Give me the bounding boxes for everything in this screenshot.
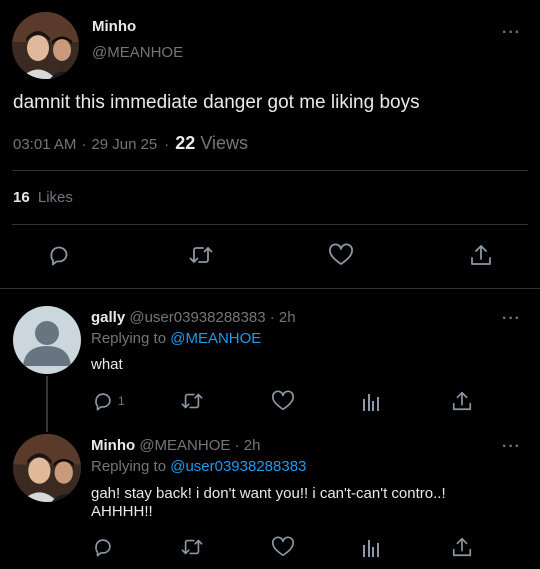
retweet-icon[interactable] — [180, 390, 204, 412]
reply-action-bar: 1 — [0, 390, 540, 412]
replying-to-link[interactable]: @MEANHOE — [170, 330, 261, 347]
tweet-date: 29 Jun 25 — [91, 136, 158, 153]
meta-separator: · — [81, 136, 87, 153]
like-icon[interactable] — [271, 390, 295, 412]
tweet-time: 03:01 AM — [13, 136, 77, 153]
author-handle[interactable]: @MEANHOE — [92, 44, 183, 61]
share-icon[interactable] — [469, 243, 493, 267]
share-icon[interactable] — [451, 390, 473, 412]
likes-count: 16 — [13, 189, 30, 206]
reply-text: gah! stay back! i don't want you!! i can… — [91, 485, 446, 521]
analytics-icon[interactable] — [361, 391, 381, 411]
like-icon[interactable] — [328, 243, 354, 267]
replying-label: Replying to — [91, 330, 167, 347]
author-name[interactable]: gally — [91, 309, 125, 326]
tweet-text: damnit this immediate danger got me liki… — [13, 92, 420, 113]
avatar[interactable] — [12, 12, 79, 79]
more-icon[interactable]: ··· — [502, 24, 521, 42]
retweet-icon[interactable] — [180, 536, 204, 558]
reply-icon[interactable] — [47, 243, 71, 267]
replying-label: Replying to — [91, 458, 167, 475]
author-handle[interactable]: @MEANHOE — [139, 437, 230, 454]
more-icon[interactable]: ··· — [502, 310, 521, 328]
tweet-meta: 03:01 AM · 29 Jun 25 · 22 Views — [13, 133, 248, 154]
reply-count: 1 — [118, 394, 125, 408]
reply-age: · 2h — [234, 437, 261, 454]
reply-text-line: AHHHH!! — [91, 503, 153, 520]
more-icon[interactable]: ··· — [502, 438, 521, 456]
replying-to: Replying to @user03938288383 — [91, 458, 306, 475]
author-handle[interactable]: @user03938288383 — [129, 309, 265, 326]
likes-label: Likes — [37, 189, 73, 206]
replying-to: Replying to @MEANHOE — [91, 330, 261, 347]
like-icon[interactable] — [271, 536, 295, 558]
reply-text-line: gah! stay back! i don't want you!! i can… — [91, 485, 446, 502]
author-name[interactable]: Minho — [92, 18, 136, 35]
views-label: Views — [200, 133, 249, 153]
reply-text: what — [91, 356, 123, 373]
author-name[interactable]: Minho — [91, 437, 135, 454]
share-icon[interactable] — [451, 536, 473, 558]
divider — [12, 224, 528, 225]
reply-header: gally @user03938288383 · 2h — [91, 309, 296, 326]
meta-separator: · — [164, 136, 170, 153]
avatar-default[interactable] — [13, 306, 81, 374]
avatar[interactable] — [13, 434, 81, 502]
reply-icon[interactable] — [92, 390, 114, 412]
views-count: 22 — [175, 133, 196, 153]
retweet-icon[interactable] — [188, 243, 214, 267]
replying-to-link[interactable]: @user03938288383 — [170, 458, 306, 475]
reply-action-bar — [0, 536, 540, 558]
main-action-bar — [0, 243, 540, 269]
reply-header: Minho @MEANHOE · 2h — [91, 437, 260, 454]
reply-age: · 2h — [269, 309, 296, 326]
analytics-icon[interactable] — [361, 537, 381, 557]
divider — [0, 288, 540, 289]
divider — [12, 170, 528, 171]
likes-stat[interactable]: 16 Likes — [13, 189, 73, 206]
reply-icon[interactable] — [92, 536, 114, 558]
